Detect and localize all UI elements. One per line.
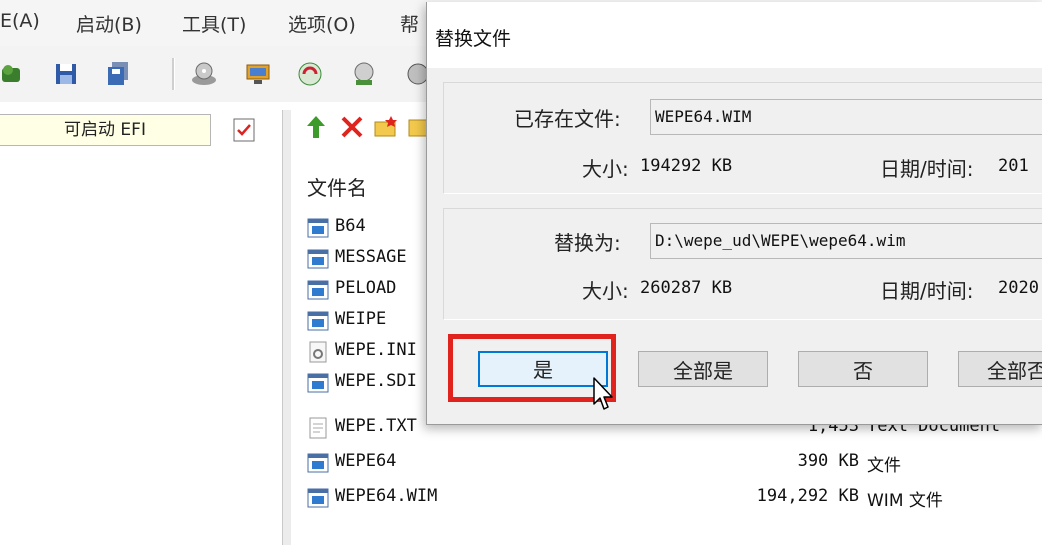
replace-with-label: 替换为: [554,231,621,255]
menu-options[interactable]: 选项(O) [288,10,356,37]
dialog-title: 替换文件 [435,28,512,50]
file-name: WEPE.TXT [335,416,417,436]
menu-action[interactable]: E(A) [0,10,40,32]
settings-file-icon [309,341,327,363]
app-icon [307,373,329,393]
checklist-icon[interactable] [230,116,258,144]
burn-disc-icon[interactable] [190,60,218,88]
file-name: WEPE64.WIM [335,486,438,506]
app-icon [307,280,329,300]
menu-tools[interactable]: 工具(T) [182,10,246,37]
delete-icon[interactable] [339,114,365,140]
highlight-annotation [448,334,616,402]
replace-datetime-value: 2020 [998,278,1039,298]
existing-file-field: WEPE64.WIM [650,99,1042,135]
file-name: B64 [335,216,366,236]
existing-datetime-label: 日期/时间: [880,157,974,181]
menu-help[interactable]: 帮 [400,10,419,37]
file-row[interactable]: WEPE64 390 KB 文件 [307,449,1042,477]
no-button[interactable]: 否 [798,351,928,387]
app-icon [307,453,329,473]
app-icon [307,218,329,238]
column-header-filename[interactable]: 文件名 [307,172,367,201]
left-pane: 可启动 EFI [0,102,282,545]
app-icon [307,488,329,508]
replace-size-value: 260287 KB [640,278,733,298]
file-name: PELOAD [335,278,397,298]
file-size: 390 KB [797,451,859,471]
file-name: MESSAGE [335,247,407,267]
save-as-icon[interactable] [104,60,132,88]
existing-datetime-value: 201 [998,156,1029,176]
tree-icon[interactable] [0,60,28,88]
yes-to-all-button[interactable]: 全部是 [638,351,768,387]
up-folder-icon[interactable] [303,114,329,140]
no-to-all-button[interactable]: 全部否 [958,351,1042,387]
toolbar-separator [172,58,175,90]
file-size: 194,292 KB [756,486,859,506]
file-name: WEPE.INI [335,340,417,360]
mouse-cursor-icon [593,377,613,410]
properties-icon[interactable] [350,60,378,88]
existing-size-value: 194292 KB [640,156,733,176]
replace-datetime-label: 日期/时间: [880,279,974,303]
existing-size-label: 大小: [582,157,629,181]
file-row[interactable]: WEPE64.WIM 194,292 KB WIM 文件 [307,484,1042,512]
file-type: 文件 [867,456,901,476]
file-name: WEPE64 [335,451,397,471]
replacement-file-group: 替换为: D:\wepe_ud\WEPE\wepe64.wim 大小: 2602… [443,208,1042,320]
text-file-icon [309,417,327,439]
new-folder-icon[interactable] [373,114,399,140]
boot-efi-field[interactable]: 可启动 EFI [0,114,211,146]
replace-size-label: 大小: [582,279,629,303]
existing-file-group: 已存在文件: WEPE64.WIM 大小: 194292 KB 日期/时间: 2… [443,82,1042,194]
convert-icon[interactable] [296,60,324,88]
file-name: WEPE.SDI [335,371,417,391]
replace-with-field: D:\wepe_ud\WEPE\wepe64.wim [650,223,1042,259]
app-icon [307,249,329,269]
app-icon [307,311,329,331]
virtual-drive-icon[interactable] [244,60,272,88]
existing-file-label: 已存在文件: [514,107,621,131]
file-type: WIM 文件 [867,491,943,511]
save-icon[interactable] [52,60,80,88]
file-name: WEIPE [335,309,387,329]
menu-boot[interactable]: 启动(B) [76,10,142,37]
